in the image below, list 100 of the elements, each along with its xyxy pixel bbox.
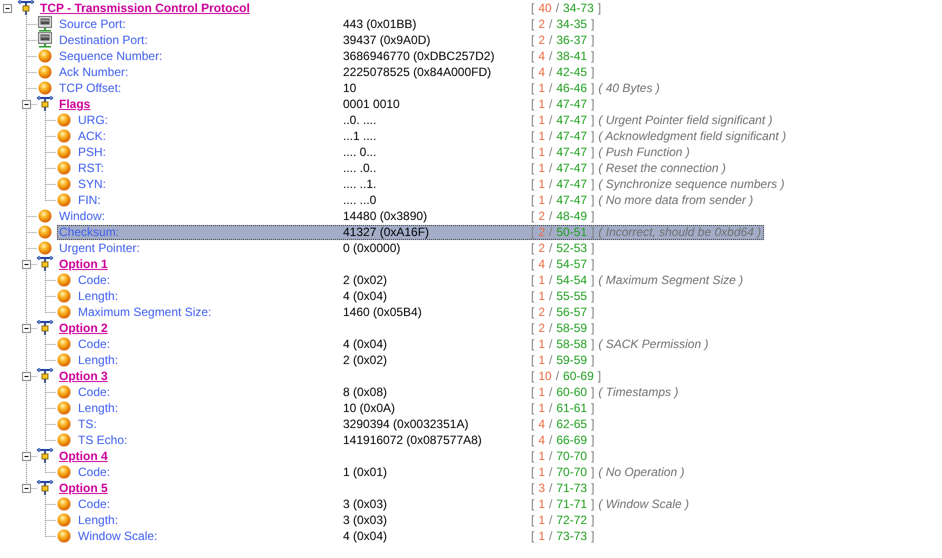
tree-row[interactable]: TS: 3290394 (0x0032351A) [ 4 / 62-65 ] (76, 416, 596, 432)
connector-icon (37, 480, 53, 496)
tree-row[interactable]: Destination Port: 39437 (0x9A0D) [ 2 / 36-37 ] (57, 32, 596, 48)
byte-range: [ 40 / 34-73 ] (531, 1, 602, 15)
field-note: ( Urgent Pointer field significant ) (598, 113, 774, 127)
tree-row[interactable]: Urgent Pointer: 0 (0x0000) [ 2 / 52-53 ] (57, 240, 596, 256)
tree-row[interactable]: Source Port: 443 (0x01BB) [ 2 / 34-35 ] (57, 16, 596, 32)
tree-row[interactable]: PSH: .... 0... [ 1 / 47-47 ] ( Push Function ) (76, 144, 693, 160)
tree-lines (26, 64, 37, 80)
field-value: 3 (0x03) (343, 497, 388, 511)
byte-range: [ 4 / 38-41 ] (531, 49, 594, 63)
tree-row[interactable]: FIN: .... ...0 [ 1 / 47-47 ] ( No more data from sender ) (76, 192, 756, 208)
tree-row[interactable]: ACK: ...1 .... [ 1 / 47-47 ] ( Acknowledgment field significant ) (76, 128, 790, 144)
tree-row[interactable]: Option 5 [ 3 / 71-73 ] (57, 480, 596, 496)
field-name: ACK: (78, 129, 106, 143)
field-name: Sequence Number: (59, 49, 162, 63)
collapse-toggle[interactable] (22, 484, 31, 493)
byte-range: [ 1 / 70-70 ] (531, 465, 594, 479)
tree-row[interactable]: Code: 2 (0x02) [ 1 / 54-54 ] ( Maximum Segment Size ) (76, 272, 746, 288)
field-note: ( SACK Permission ) (598, 337, 710, 351)
bullet-icon (37, 208, 53, 224)
byte-range: [ 1 / 70-70 ] (531, 449, 594, 463)
tree-row[interactable]: Checksum: 41327 (0xA16F) [ 2 / 50-51 ] ( Incorrect, should be 0xbd64 ) (57, 224, 764, 240)
field-value: 3686946770 (0xDBC257D2) (343, 49, 494, 63)
bullet-icon (56, 400, 72, 416)
collapse-toggle[interactable] (22, 100, 31, 109)
tree-row[interactable]: Maximum Segment Size: 1460 (0x05B4) [ 2 / 56-57 ] (76, 304, 596, 320)
byte-range: [ 2 / 48-49 ] (531, 209, 594, 223)
tree-row[interactable]: Option 4 [ 1 / 70-70 ] (57, 448, 596, 464)
field-name: Window: (59, 209, 106, 223)
tree-row[interactable]: Option 3 [ 10 / 60-69 ] (57, 368, 602, 384)
tree-row[interactable]: RST: .... .0.. [ 1 / 47-47 ] ( Reset the connection ) (76, 160, 729, 176)
tree-lines (26, 224, 37, 240)
tree-row[interactable]: Length: 2 (0x02) [ 1 / 59-59 ] (76, 352, 596, 368)
tree-row[interactable]: Length: 4 (0x04) [ 1 / 55-55 ] (76, 288, 596, 304)
tree-row[interactable]: Code: 1 (0x01) [ 1 / 70-70 ] ( No Operation ) (76, 464, 688, 480)
collapse-toggle[interactable] (22, 452, 31, 461)
field-value: 443 (0x01BB) (343, 17, 416, 31)
field-value: 141916072 (0x087577A8) (343, 433, 482, 447)
tree-row[interactable]: URG: ..0. .... [ 1 / 47-47 ] ( Urgent Pointer field significant ) (76, 112, 776, 128)
byte-range: [ 1 / 71-71 ] (531, 497, 594, 511)
tree-row[interactable]: Flags 0001 0010 [ 1 / 47-47 ] (57, 96, 596, 112)
connector-icon (37, 368, 53, 384)
bullet-icon (37, 224, 53, 240)
field-name: Window Scale: (78, 529, 158, 543)
tree-row[interactable]: Window: 14480 (0x3890) [ 2 / 48-49 ] (57, 208, 596, 224)
bullet-icon (56, 176, 72, 192)
field-value: 8 (0x08) (343, 385, 388, 399)
tree-row[interactable]: Length: 10 (0x0A) [ 1 / 61-61 ] (76, 400, 596, 416)
tree-row[interactable]: Option 1 [ 4 / 54-57 ] (57, 256, 596, 272)
field-value: .... ...0 (343, 193, 376, 207)
bullet-icon (37, 80, 53, 96)
byte-range: [ 1 / 47-47 ] (531, 161, 594, 175)
tree-lines (26, 16, 37, 32)
collapse-toggle[interactable] (3, 4, 12, 13)
tree-row[interactable]: Sequence Number: 3686946770 (0xDBC257D2) [ 4 / 38-41 ] (57, 48, 596, 64)
tree-row[interactable]: TCP - Transmission Control Protocol [ 40 / 34-73 ] (38, 0, 602, 16)
port-icon (37, 16, 53, 32)
collapse-toggle[interactable] (22, 324, 31, 333)
tree-row[interactable]: TS Echo: 141916072 (0x087577A8) [ 4 / 66-69 ] (76, 432, 596, 448)
tree-lines (26, 416, 56, 432)
collapse-toggle[interactable] (22, 260, 31, 269)
byte-range: [ 1 / 47-47 ] (531, 129, 594, 143)
field-name: Destination Port: (59, 33, 148, 47)
field-value: ..0. .... (343, 113, 376, 127)
connector-icon (37, 256, 53, 272)
byte-range: [ 4 / 62-65 ] (531, 417, 594, 431)
byte-range: [ 1 / 73-73 ] (531, 529, 594, 543)
field-value: 0 (0x0000) (343, 241, 400, 255)
byte-range: [ 1 / 61-61 ] (531, 401, 594, 415)
byte-range: [ 2 / 50-51 ] (531, 225, 594, 239)
tree-row[interactable]: Code: 3 (0x03) [ 1 / 71-71 ] ( Window Scale ) (76, 496, 692, 512)
field-name: Source Port: (59, 17, 126, 31)
field-name: TCP Offset: (59, 81, 122, 95)
byte-range: [ 1 / 60-60 ] (531, 385, 594, 399)
bullet-icon (56, 512, 72, 528)
tree-row[interactable]: Length: 3 (0x03) [ 1 / 72-72 ] (76, 512, 596, 528)
field-name: Length: (78, 289, 118, 303)
connector-icon (37, 96, 53, 112)
tree-row[interactable]: TCP Offset: 10 [ 1 / 46-46 ] ( 40 Bytes ) (57, 80, 663, 96)
byte-range: [ 2 / 56-57 ] (531, 305, 594, 319)
tree-row[interactable]: Ack Number: 2225078525 (0x84A000FD) [ 4 / 42-45 ] (57, 64, 596, 80)
byte-range: [ 1 / 47-47 ] (531, 97, 594, 111)
bullet-icon (56, 464, 72, 480)
tree-row[interactable]: Code: 8 (0x08) [ 1 / 60-60 ] ( Timestamps ) (76, 384, 682, 400)
field-note: ( Maximum Segment Size ) (598, 273, 744, 287)
bullet-icon (56, 144, 72, 160)
collapse-toggle[interactable] (22, 372, 31, 381)
tree-row[interactable]: Window Scale: 4 (0x04) [ 1 / 73-73 ] (76, 528, 596, 544)
byte-range: [ 1 / 59-59 ] (531, 353, 594, 367)
byte-range: [ 1 / 47-47 ] (531, 145, 594, 159)
field-name: TS: (78, 417, 97, 431)
field-value: .... .0.. (343, 161, 376, 175)
field-note: ( Reset the connection ) (598, 161, 727, 175)
field-name: Option 1 (59, 257, 108, 271)
tree-row[interactable]: SYN: .... ..1. [ 1 / 47-47 ] ( Synchronize sequence numbers ) (76, 176, 788, 192)
field-note: ( No more data from sender ) (598, 193, 754, 207)
tree-row[interactable]: Option 2 [ 2 / 58-59 ] (57, 320, 596, 336)
tree-row[interactable]: Code: 4 (0x04) [ 1 / 58-58 ] ( SACK Permission ) (76, 336, 712, 352)
field-note: ( Incorrect, should be 0xbd64 ) (598, 225, 762, 239)
